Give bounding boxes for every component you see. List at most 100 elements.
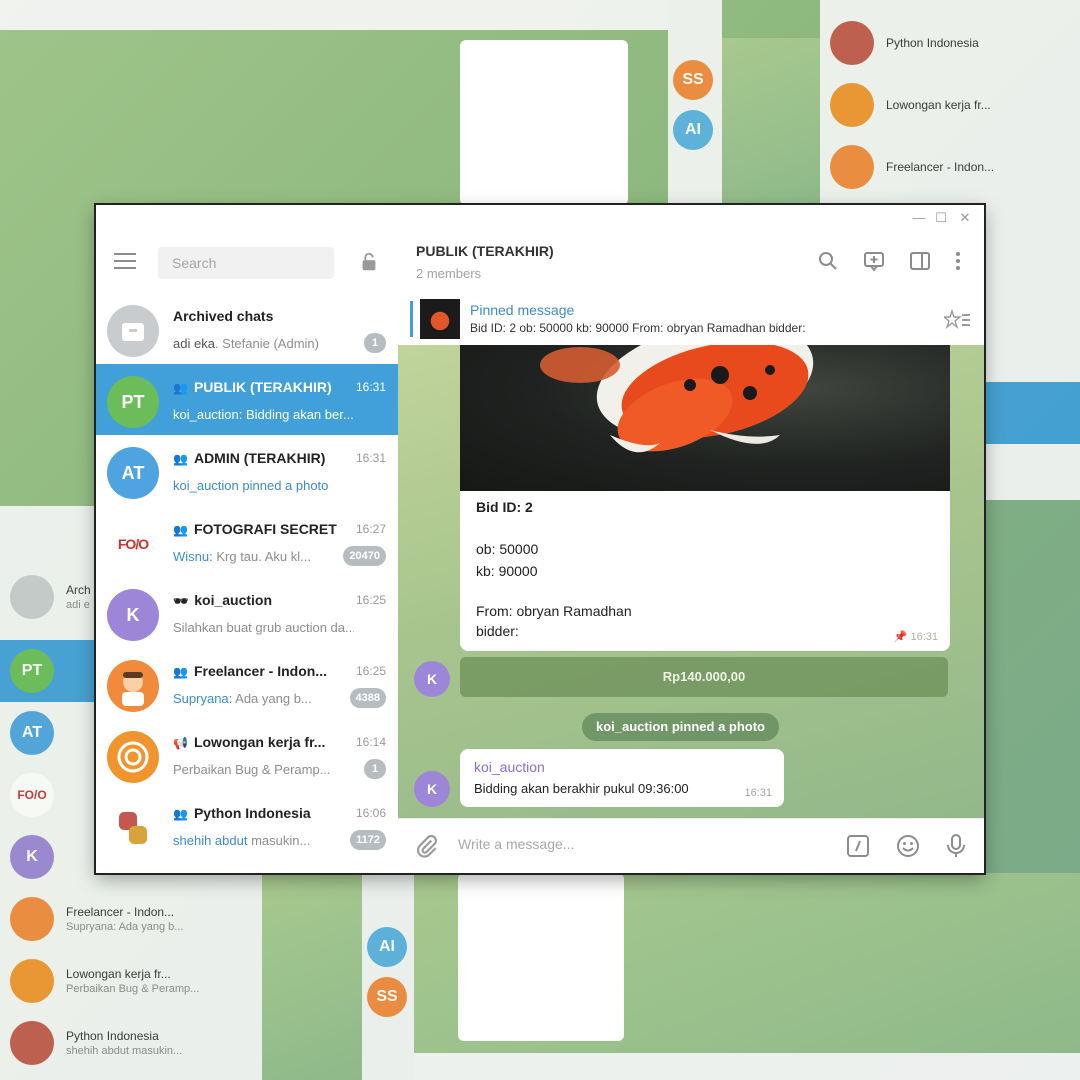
sender-avatar[interactable]: K (414, 661, 450, 697)
unread-badge: 1 (364, 333, 386, 353)
live-chat-icon[interactable] (862, 249, 886, 273)
avatar: AT (107, 447, 159, 499)
pinned-accent-bar (410, 301, 413, 337)
message-sender[interactable]: koi_auction (474, 759, 545, 775)
group-icon: 👥 (173, 452, 188, 466)
search-icon[interactable] (816, 249, 840, 273)
unread-badge: 1 (364, 759, 386, 779)
chat-item-admin-terakhir[interactable]: AT 👥 ADMIN (TERAKHIR) 16:31 koi_auction p… (96, 435, 398, 506)
chat-pane: PUBLIK (TERAKHIR) 2 members Pinned messa… (398, 231, 984, 873)
bg-ghost-topbar (0, 0, 668, 30)
minimize-button[interactable]: — (910, 209, 928, 227)
freelancer-avatar-icon (107, 660, 159, 712)
unread-badge: 4388 (349, 688, 386, 708)
bg-ghost-compose-bottom (414, 1053, 1080, 1080)
chat-header: PUBLIK (TERAKHIR) 2 members (398, 231, 984, 294)
chat-title: 🕶 koi_auction (173, 592, 273, 608)
group-icon: 👥 (173, 807, 188, 821)
bg-ghost-chat-top (722, 38, 820, 205)
message-area: Bid ID: 2 ob: 50000 kb: 90000 From: obry… (398, 345, 984, 819)
more-vertical-icon[interactable] (946, 249, 970, 273)
chat-time: 16:31 (355, 451, 386, 465)
chat-header-members: 2 members (416, 266, 482, 281)
caption-from: From: obryan Ramadhan (476, 603, 632, 619)
python-logo-icon (107, 802, 159, 854)
sender-avatar[interactable]: K (414, 771, 450, 807)
chat-title: 👥 PUBLIK (TERAKHIR) (173, 379, 332, 395)
chat-time: 16:25 (355, 664, 386, 678)
chat-item-archived[interactable]: Archived chats adi eka. Stefanie (Admin)… (96, 293, 398, 364)
close-button[interactable]: ✕ (956, 209, 974, 227)
avatar: FO/O (107, 518, 159, 570)
microphone-icon[interactable] (942, 832, 970, 860)
chat-time: 16:27 (355, 522, 386, 536)
chat-title: Archived chats (173, 308, 274, 324)
chat-header-title[interactable]: PUBLIK (TERAKHIR) (416, 243, 554, 259)
chat-time: 16:06 (355, 806, 386, 820)
bot-commands-icon[interactable] (844, 832, 872, 860)
chat-preview: Silahkan buat grub auction da... (173, 620, 354, 635)
unread-badge: 20470 (343, 546, 386, 566)
chat-title: 📢 Lowongan kerja fr... (173, 734, 326, 750)
chat-preview: koi_auction pinned a photo (173, 478, 329, 493)
chat-preview: shehih abdut masukin... (173, 833, 311, 848)
chat-time: 16:14 (355, 735, 386, 749)
caption-bidder: bidder: (476, 623, 519, 639)
chat-item-koi-auction[interactable]: K 🕶 koi_auction 16:25 Silahkan buat grub … (96, 577, 398, 648)
group-icon: 👥 (173, 523, 188, 537)
chat-item-lowongan-kerja[interactable]: 📢 Lowongan kerja fr... 16:14 Perbaikan Bu… (96, 719, 398, 790)
pinned-text: Bid ID: 2 ob: 50000 kb: 90000 From: obry… (470, 321, 806, 335)
archive-icon (107, 305, 159, 357)
caption-bid-id: Bid ID: 2 (476, 499, 533, 515)
bg-ghost-message-bottom (458, 873, 624, 1041)
search-input[interactable]: Search (158, 247, 334, 279)
chat-time: 16:31 (355, 380, 386, 394)
bg-ghost-chat-bottom (262, 873, 362, 1080)
text-message[interactable]: koi_auction Bidding akan berakhir pukul … (460, 749, 784, 807)
chat-item-fotografi-secret[interactable]: FO/O 👥 FOTOGRAFI SECRET 16:27 Wisnu: Krg … (96, 506, 398, 577)
caption-ob: ob: 50000 (476, 541, 539, 557)
chat-item-python-indonesia[interactable]: 👥 Python Indonesia 16:06 shehih abdut mas… (96, 790, 398, 861)
paperclip-icon[interactable] (414, 833, 440, 859)
chat-title: 👥 Python Indonesia (173, 805, 311, 821)
bg-ghost-avatar-strip-bottom: AI SS (362, 873, 414, 1080)
service-message: koi_auction pinned a photo (582, 713, 779, 741)
pinned-list-icon[interactable] (944, 309, 970, 329)
avatar: K (107, 589, 159, 641)
chat-title: 👥 ADMIN (TERAKHIR) (173, 450, 326, 466)
compose-bar (398, 818, 984, 873)
lowongan-avatar-icon (107, 731, 159, 783)
photo-message[interactable]: Bid ID: 2 ob: 50000 kb: 90000 From: obry… (460, 345, 950, 651)
group-icon: 👥 (173, 381, 188, 395)
koi-photo[interactable] (460, 345, 950, 491)
unread-badge: 1172 (350, 830, 386, 850)
maximize-button[interactable]: ☐ (932, 209, 950, 227)
chat-item-freelancer[interactable]: 👥 Freelancer - Indon... 16:25 Supryana: A… (96, 648, 398, 719)
menu-icon[interactable] (114, 253, 136, 269)
chat-preview: koi_auction: Bidding akan ber... (173, 407, 354, 422)
sidebar: Search Archived chats adi eka. Stefanie … (96, 231, 399, 873)
bid-price-button[interactable]: Rp140.000,00 (460, 657, 948, 697)
telegram-window: — ☐ ✕ Search Archived chats adi eka. Ste… (96, 205, 984, 873)
chat-item-publik-terakhir[interactable]: PT 👥 PUBLIK (TERAKHIR) 16:31 koi_auction:… (96, 364, 398, 435)
message-time: 📌 16:31 (893, 631, 938, 643)
avatar: PT (107, 376, 159, 428)
chat-title: 👥 FOTOGRAFI SECRET (173, 521, 337, 537)
pin-icon: 📌 (893, 631, 911, 643)
chat-preview: Wisnu: Krg tau. Aku kl... (173, 549, 312, 564)
pinned-title: Pinned message (470, 302, 575, 318)
chat-list: Archived chats adi eka. Stefanie (Admin)… (96, 293, 398, 873)
lock-icon[interactable] (358, 251, 380, 273)
group-icon: 👥 (173, 665, 188, 679)
emoji-icon[interactable] (894, 832, 922, 860)
chat-preview: Supryana: Ada yang b... (173, 691, 312, 706)
pinned-thumbnail (420, 299, 460, 339)
caption-kb: kb: 90000 (476, 563, 538, 579)
pinned-message-bar[interactable]: Pinned message Bid ID: 2 ob: 50000 kb: 9… (398, 293, 984, 346)
message-text: Bidding akan berakhir pukul 09:36:00 (474, 781, 689, 796)
bg-ghost-message-top (460, 40, 628, 205)
sidebar-toggle-icon[interactable] (908, 249, 932, 273)
message-input[interactable] (456, 835, 840, 853)
chat-time: 16:25 (355, 593, 386, 607)
bg-ghost-avatar-strip-top: SS AI (668, 0, 722, 205)
